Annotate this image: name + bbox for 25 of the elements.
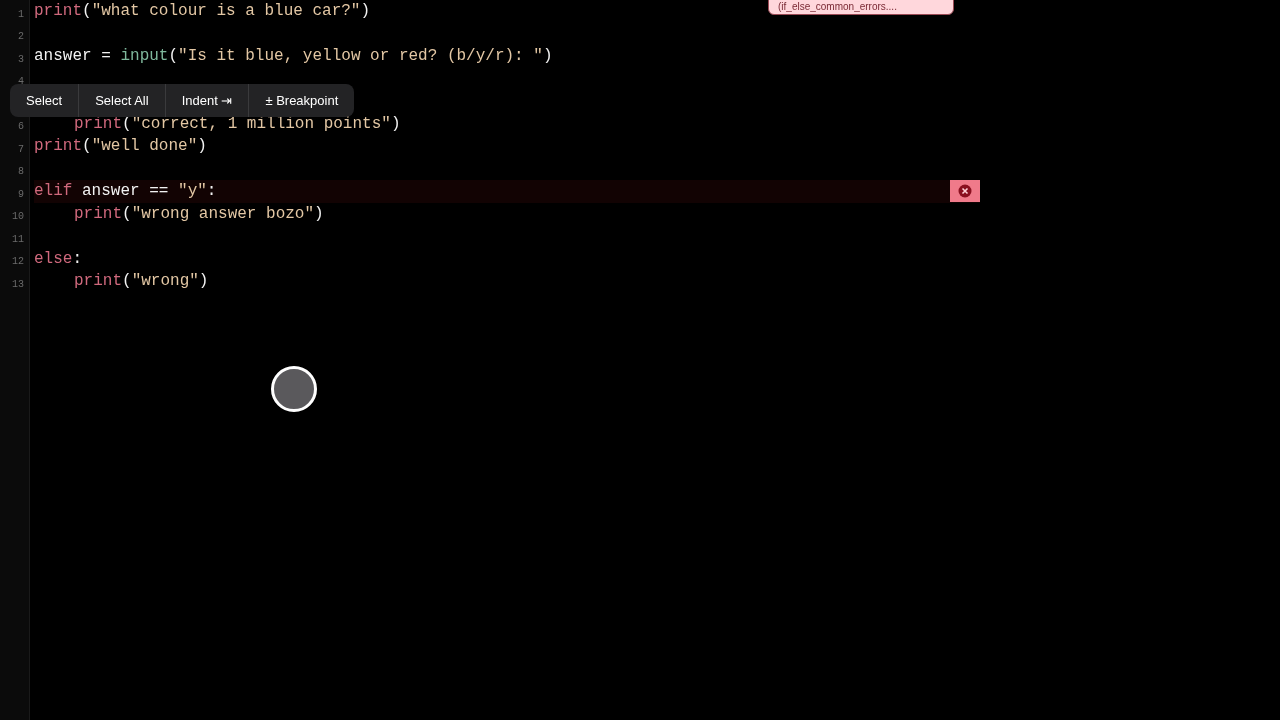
error-button[interactable] — [950, 180, 980, 202]
line-number: 10 — [12, 210, 24, 224]
code-line: print("well done") — [34, 138, 207, 155]
line-number: 11 — [12, 232, 24, 247]
code-line: else: — [34, 250, 82, 267]
line-number: 8 — [18, 165, 24, 179]
code-line: answer = input("Is it blue, yellow or red? (b/y/r): ") — [34, 48, 553, 65]
line-number: 9 — [18, 187, 24, 202]
menu-item[interactable]: Select All — [78, 84, 165, 117]
line-number: 13 — [12, 277, 24, 292]
code-line: elif answer == "y": — [34, 183, 217, 200]
line-number: 6 — [18, 120, 24, 134]
line-number: 3 — [18, 52, 24, 67]
line-number: 2 — [18, 30, 24, 44]
code-line: print("wrong answer bozo") — [74, 205, 324, 222]
menu-item[interactable]: Indent ⇥ — [164, 84, 249, 117]
code-line: print("wrong") — [74, 273, 209, 290]
close-icon — [958, 184, 972, 198]
touch-indicator — [271, 366, 317, 412]
line-number: 7 — [18, 142, 24, 157]
line-number: 12 — [12, 255, 24, 269]
line-number: 1 — [18, 7, 24, 22]
code-line: print("what colour is a blue car?") — [34, 3, 371, 20]
notification-text: (if_else_common_errors.... — [778, 2, 897, 12]
menu-item[interactable]: ± Breakpoint — [248, 84, 355, 117]
